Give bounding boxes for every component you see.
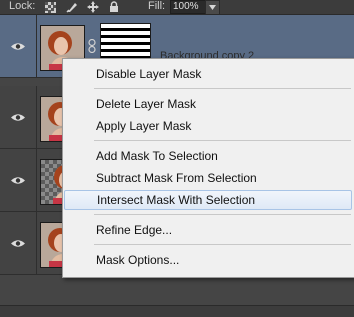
fill-label: Fill: (148, 0, 166, 12)
eye-icon (11, 176, 25, 184)
menu-item-apply-layer-mask[interactable]: Apply Layer Mask (64, 116, 352, 136)
menu-item-subtract-mask-from-selection[interactable]: Subtract Mask From Selection (64, 168, 352, 188)
lock-image-pixels-icon[interactable] (65, 1, 78, 13)
menu-item-disable-layer-mask[interactable]: Disable Layer Mask (64, 64, 352, 84)
lock-icons (44, 1, 120, 13)
lock-transparent-pixels-icon[interactable] (44, 1, 57, 13)
layers-panel-footer (0, 305, 354, 317)
visibility-toggle[interactable] (0, 149, 37, 211)
fill-dropdown-button[interactable] (205, 0, 220, 15)
eye-icon (11, 113, 25, 121)
eye-icon (11, 239, 25, 247)
menu-item-add-mask-to-selection[interactable]: Add Mask To Selection (64, 146, 352, 166)
menu-item-mask-options[interactable]: Mask Options... (64, 250, 352, 270)
eye-icon (11, 42, 25, 50)
menu-item-delete-layer-mask[interactable]: Delete Layer Mask (64, 94, 352, 114)
layers-options-bar: Lock: Fill: 100% (0, 0, 354, 15)
mask-link-icon[interactable] (88, 38, 96, 56)
menu-separator (94, 88, 351, 89)
fill-opacity-field[interactable]: 100% (170, 0, 206, 14)
menu-item-intersect-mask-with-selection[interactable]: Intersect Mask With Selection (64, 190, 352, 210)
menu-separator (94, 244, 351, 245)
layer-mask-context-menu: Disable Layer Mask Delete Layer Mask App… (62, 58, 354, 278)
visibility-toggle[interactable] (0, 212, 37, 274)
visibility-toggle[interactable] (0, 86, 37, 148)
visibility-toggle[interactable] (0, 15, 37, 77)
menu-separator (94, 140, 351, 141)
menu-item-refine-edge[interactable]: Refine Edge... (64, 220, 352, 240)
lock-label: Lock: (9, 0, 36, 12)
menu-separator (94, 214, 351, 215)
chevron-down-icon (209, 5, 216, 10)
lock-all-icon[interactable] (107, 1, 120, 13)
lock-position-icon[interactable] (86, 1, 99, 13)
